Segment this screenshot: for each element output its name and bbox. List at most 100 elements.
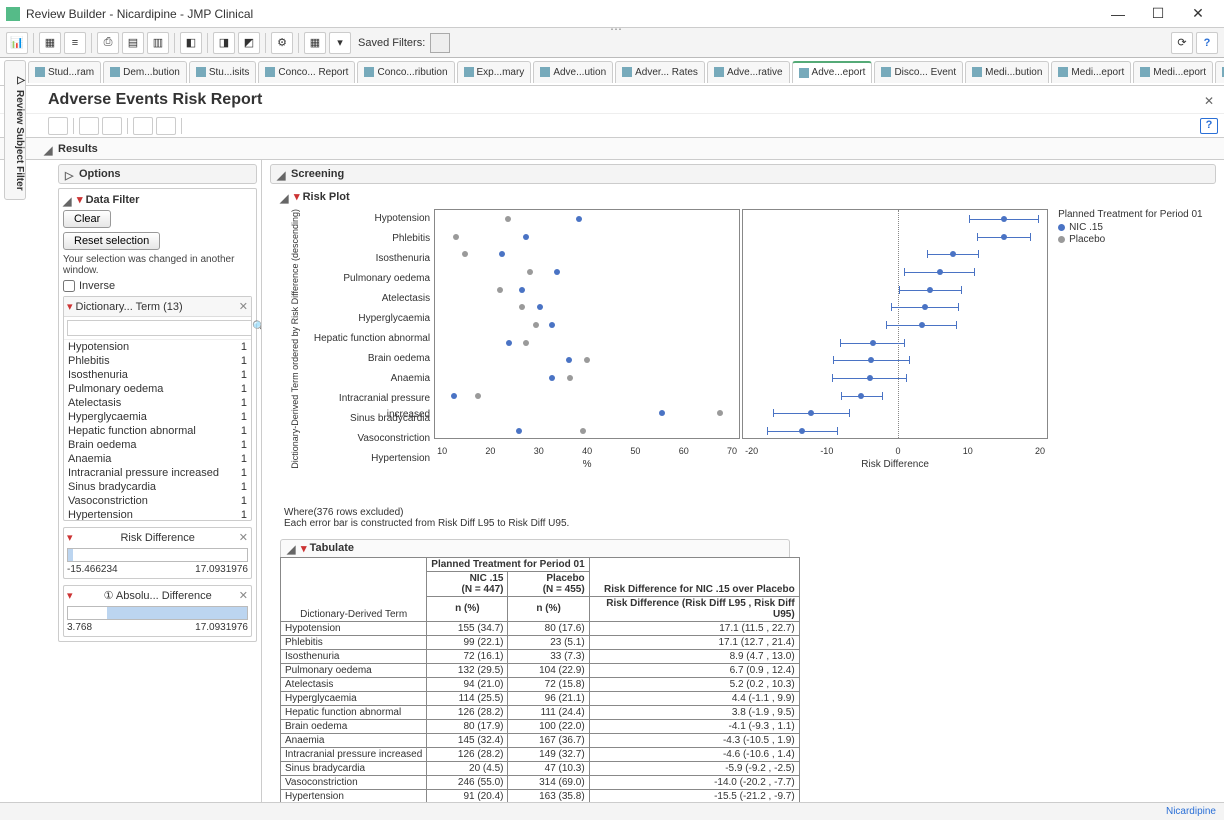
point-nic[interactable] [516, 428, 522, 434]
term-row[interactable]: Hypertension1 [64, 508, 251, 520]
tab-item[interactable]: Adve...rative [707, 61, 790, 83]
close-icon[interactable]: ✕ [239, 300, 248, 313]
toolbar-btn-4[interactable]: ⎙ [97, 32, 119, 54]
minimize-button[interactable]: — [1098, 0, 1138, 28]
report-help-button[interactable]: ? [1200, 118, 1218, 134]
percent-plot[interactable]: 10203040506070 % [434, 209, 740, 439]
risk-diff-slider[interactable] [67, 548, 248, 562]
point-nic[interactable] [537, 304, 543, 310]
point-nic[interactable] [549, 322, 555, 328]
table-row[interactable]: Isosthenuria72 (16.1)33 (7.3)8.9 (4.7 , … [281, 649, 800, 663]
toolbar-btn-9[interactable]: ◩ [238, 32, 260, 54]
th-npct-1[interactable]: n (%) [427, 596, 508, 621]
term-row[interactable]: Isosthenuria1 [64, 368, 251, 382]
help-icon[interactable]: ? [1196, 32, 1218, 54]
screening-header[interactable]: ◢ Screening [270, 164, 1216, 184]
tab-item[interactable]: Adve...eport [792, 61, 873, 83]
toolbar-btn-7[interactable]: ◧ [180, 32, 202, 54]
point-placebo[interactable] [475, 393, 481, 399]
table-row[interactable]: Vasoconstriction246 (55.0)314 (69.0)-14.… [281, 775, 800, 789]
risk-diff-plot[interactable]: -20-1001020 Risk Difference [742, 209, 1048, 439]
disclosure-icon[interactable]: ◢ [277, 169, 287, 179]
data-filter-header[interactable]: ◢ ▾ Data Filter [63, 193, 252, 206]
menu-icon[interactable]: ▾ [67, 531, 73, 544]
th-placebo[interactable]: Placebo(N = 455) [508, 571, 589, 596]
point-placebo[interactable] [523, 340, 529, 346]
tab-item[interactable]: Medi...eport [1133, 61, 1213, 83]
tab-item[interactable]: Stu...isits [189, 61, 257, 83]
point-diff[interactable] [799, 428, 805, 434]
term-row[interactable]: Vasoconstriction1 [64, 494, 251, 508]
point-nic[interactable] [499, 251, 505, 257]
close-icon[interactable]: ✕ [239, 589, 248, 602]
close-report-button[interactable]: ✕ [1204, 94, 1216, 106]
table-row[interactable]: Hyperglycaemia114 (25.5)96 (21.1)4.4 (-1… [281, 691, 800, 705]
tabulate-header[interactable]: ◢ ▾ Tabulate [280, 539, 790, 557]
saved-filters-icon[interactable]: ▾ [329, 32, 351, 54]
tab-item[interactable]: Adve...ution [533, 61, 613, 83]
pin-icon[interactable]: ▷ [17, 75, 25, 86]
point-diff[interactable] [808, 410, 814, 416]
disclosure-icon[interactable]: ◢ [44, 144, 54, 154]
rt-btn-1[interactable] [48, 117, 68, 135]
toolbar-btn-1[interactable]: 📊 [6, 32, 28, 54]
point-diff[interactable] [927, 287, 933, 293]
point-placebo[interactable] [584, 357, 590, 363]
point-nic[interactable] [506, 340, 512, 346]
term-row[interactable]: Intracranial pressure increased1 [64, 466, 251, 480]
tab-item[interactable]: Medi...bution [965, 61, 1049, 83]
legend-item-placebo[interactable]: Placebo [1058, 234, 1216, 245]
saved-filters-dropdown[interactable] [430, 33, 450, 53]
point-diff[interactable] [1001, 234, 1007, 240]
point-placebo[interactable] [453, 234, 459, 240]
th-riskdiff-title[interactable]: Risk Difference for NIC .15 over Placebo [589, 557, 799, 596]
disclosure-icon[interactable]: ▷ [65, 169, 75, 179]
tab-item[interactable]: Disco... Event [874, 61, 963, 83]
term-row[interactable]: Phlebitis1 [64, 354, 251, 368]
menu-icon[interactable]: ▾ [67, 589, 73, 602]
disclosure-icon[interactable]: ◢ [63, 195, 73, 205]
abs-diff-slider[interactable] [67, 606, 248, 620]
term-row[interactable]: Pulmonary oedema1 [64, 382, 251, 396]
point-diff[interactable] [870, 340, 876, 346]
tabulate-table[interactable]: Dictionary-Derived Term Planned Treatmen… [280, 557, 800, 804]
toolbar-btn-3[interactable]: ≡ [64, 32, 86, 54]
toolbar-btn-8[interactable]: ◨ [213, 32, 235, 54]
menu-icon[interactable]: ▾ [301, 542, 307, 555]
results-header[interactable]: ◢ Results [0, 138, 1224, 160]
clear-button[interactable]: Clear [63, 210, 111, 228]
toolbar-btn-5[interactable]: ▤ [122, 32, 144, 54]
th-term[interactable]: Dictionary-Derived Term [281, 557, 427, 621]
point-diff[interactable] [919, 322, 925, 328]
menu-icon[interactable]: ▾ [67, 300, 73, 313]
status-study[interactable]: Nicardipine [1166, 806, 1216, 817]
point-placebo[interactable] [567, 375, 573, 381]
term-row[interactable]: Atelectasis1 [64, 396, 251, 410]
point-diff[interactable] [858, 393, 864, 399]
close-icon[interactable]: ✕ [239, 531, 248, 544]
menu-icon[interactable]: ▾ [77, 193, 83, 206]
tab-item[interactable]: Conco...ribution [357, 61, 454, 83]
term-row[interactable]: Hepatic function abnormal1 [64, 424, 251, 438]
table-row[interactable]: Brain oedema80 (17.9)100 (22.0)-4.1 (-9.… [281, 719, 800, 733]
point-diff[interactable] [867, 375, 873, 381]
th-nic[interactable]: NIC .15(N = 447) [427, 571, 508, 596]
table-row[interactable]: Pulmonary oedema132 (29.5)104 (22.9)6.7 … [281, 663, 800, 677]
toolbar-btn-6[interactable]: ▥ [147, 32, 169, 54]
table-row[interactable]: Sinus bradycardia20 (4.5)47 (10.3)-5.9 (… [281, 761, 800, 775]
rt-btn-2[interactable] [79, 117, 99, 135]
point-nic[interactable] [523, 234, 529, 240]
tab-item[interactable]: Dem...bution [103, 61, 187, 83]
table-row[interactable]: Intracranial pressure increased126 (28.2… [281, 747, 800, 761]
point-placebo[interactable] [462, 251, 468, 257]
term-row[interactable]: Brain oedema1 [64, 438, 251, 452]
tab-item[interactable]: Stud...ram [28, 61, 101, 83]
point-diff[interactable] [937, 269, 943, 275]
term-search-input[interactable] [67, 320, 252, 336]
term-list[interactable]: Hypotension1Phlebitis1Isosthenuria1Pulmo… [64, 340, 251, 520]
term-row[interactable]: Anaemia1 [64, 452, 251, 466]
point-placebo[interactable] [519, 304, 525, 310]
rt-btn-5[interactable] [156, 117, 176, 135]
term-filter-header[interactable]: ▾ Dictionary... Term (13) ✕ [64, 297, 251, 317]
point-placebo[interactable] [527, 269, 533, 275]
